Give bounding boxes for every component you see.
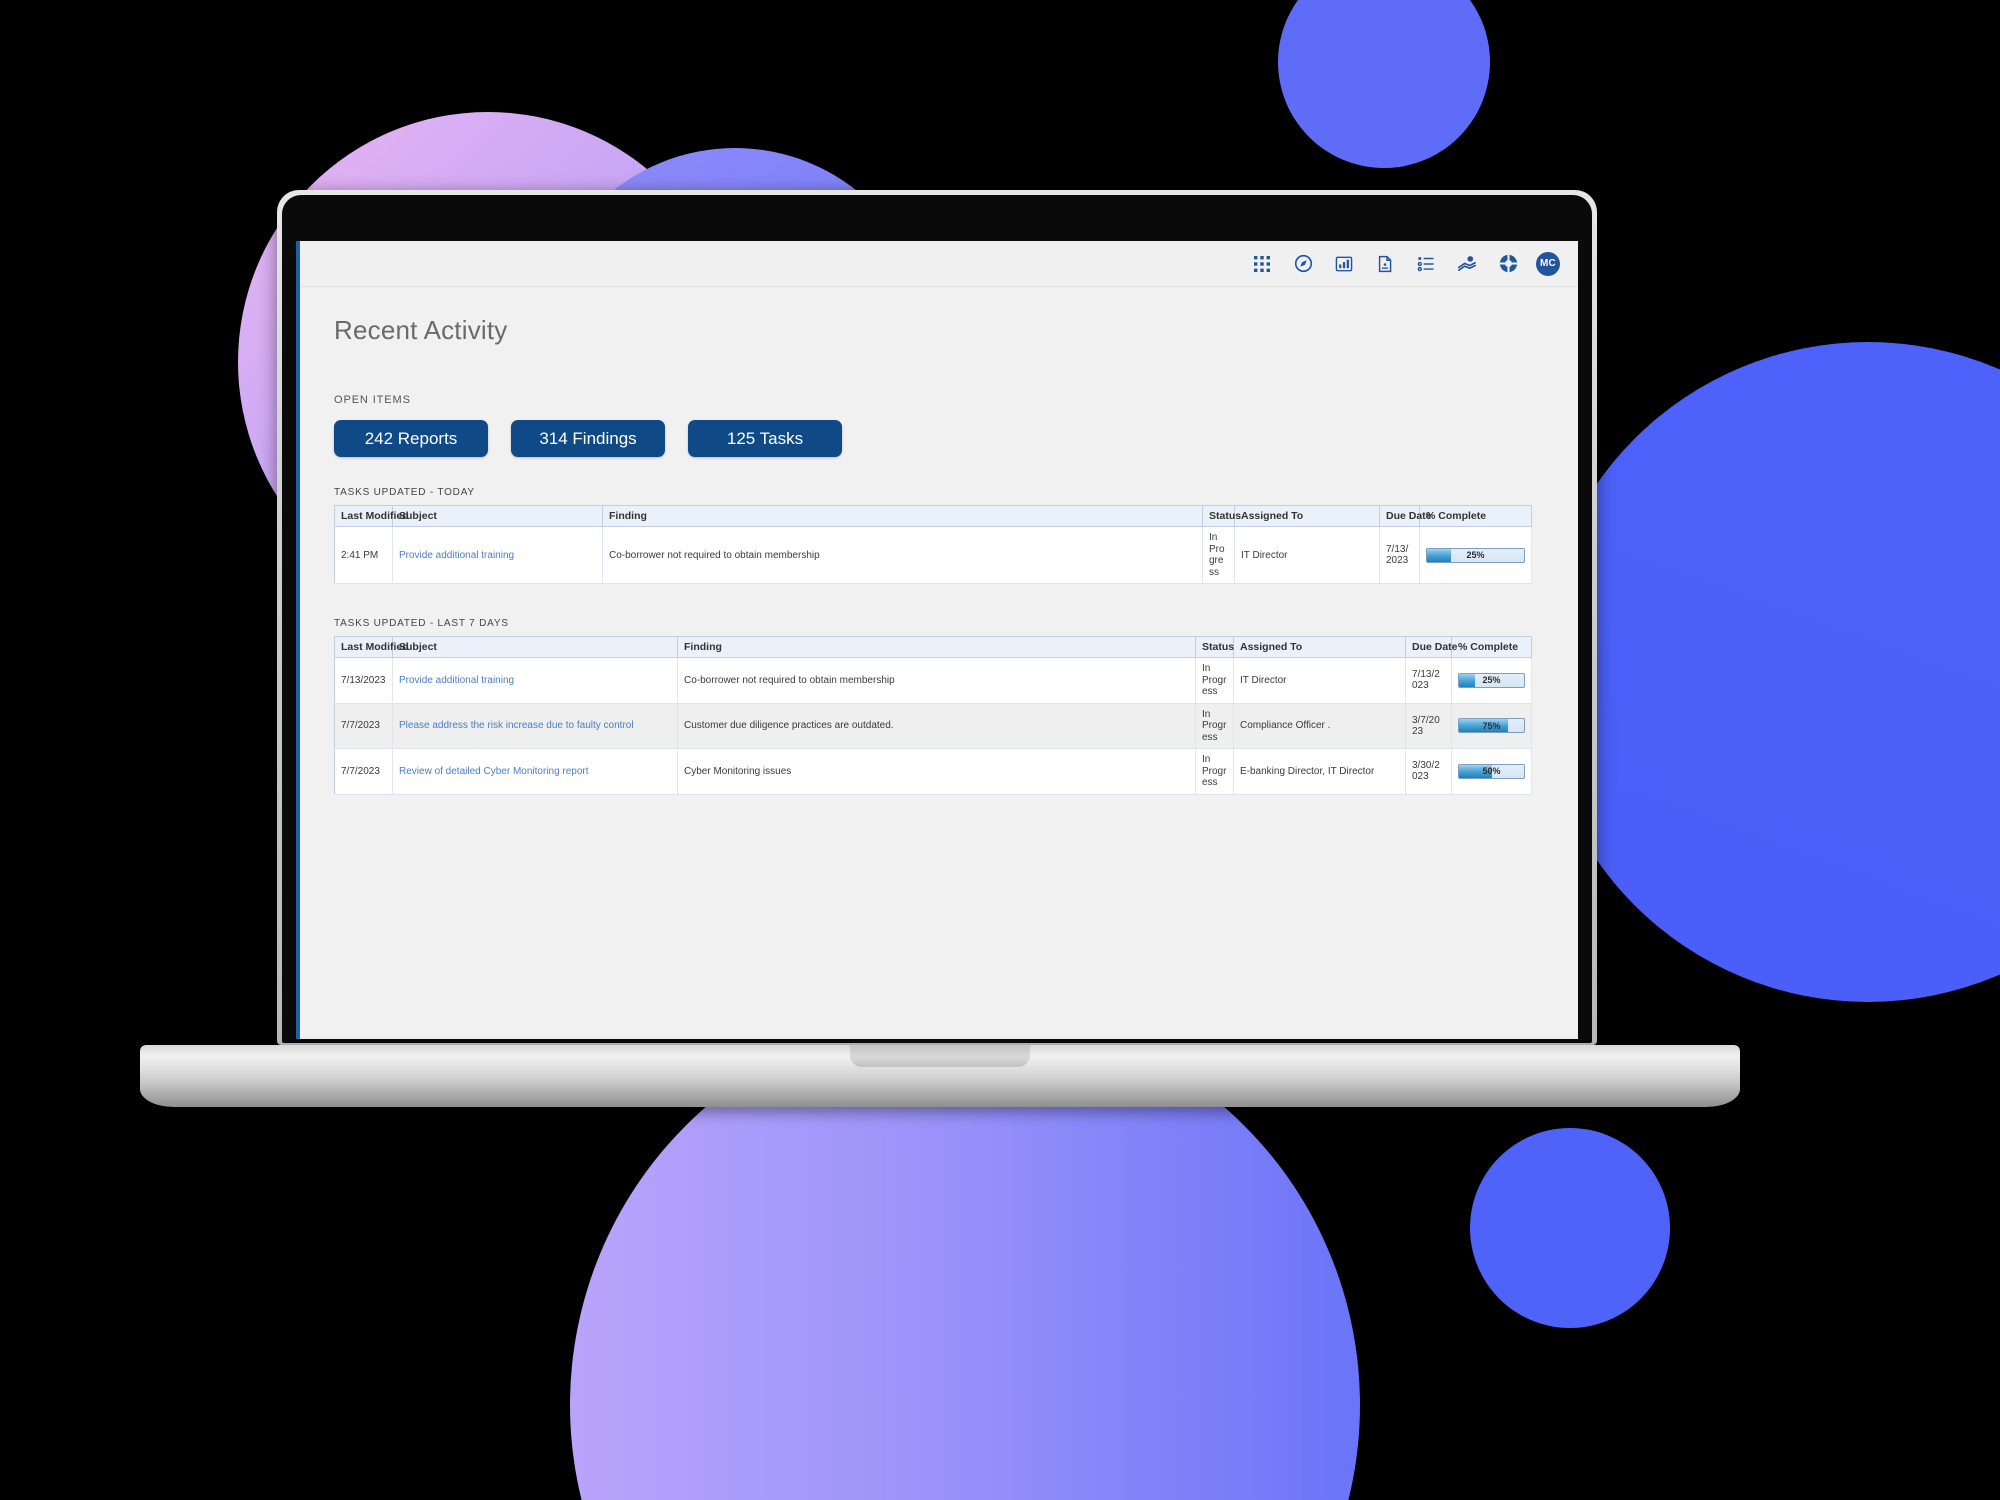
cell-finding: Customer due diligence practices are out… <box>677 703 1196 749</box>
column-header[interactable]: % Complete <box>1419 505 1532 527</box>
handshake-money-icon[interactable] <box>1454 251 1480 277</box>
subject-link[interactable]: Provide additional training <box>399 550 514 561</box>
cell-status: In Progress <box>1195 703 1234 749</box>
cell-percent-complete: 75% <box>1451 703 1532 749</box>
page-title: Recent Activity <box>334 315 508 345</box>
cell-due-date: 7/13/2023 <box>1405 657 1452 704</box>
table-row[interactable]: 2:41 PM Provide additional training Co-bor… <box>334 526 1532 584</box>
tasks-table: Last Modified Subject Finding Status Assigne… <box>334 636 1532 795</box>
laptop-screen: MC Recent Activity OPEN ITEMS 242 Report… <box>296 241 1578 1039</box>
column-header[interactable]: % Complete <box>1451 636 1532 658</box>
progress-bar-label: 50% <box>1482 766 1501 777</box>
table-label: TASKS UPDATED - LAST 7 DAYS <box>334 618 509 629</box>
cell-subject[interactable]: Provide additional training <box>392 526 603 584</box>
cell-assigned-to: Compliance Officer . <box>1233 703 1406 749</box>
cell-last-modified: 7/13/2023 <box>334 657 393 704</box>
subject-link[interactable]: Please address the risk increase due to … <box>399 720 634 731</box>
table-row[interactable]: 7/7/2023 Review of detailed Cyber Monitor… <box>334 748 1532 795</box>
checklist-icon[interactable] <box>1413 251 1439 277</box>
page-content: Recent Activity OPEN ITEMS 242 Reports 31… <box>300 287 1578 795</box>
progress-bar: 25% <box>1426 547 1525 563</box>
column-header[interactable]: Due Date <box>1379 505 1432 527</box>
tables-container: TASKS UPDATED - TODAY Last Modified Subjec… <box>334 487 1544 795</box>
cell-percent-complete: 25% <box>1419 526 1532 584</box>
cell-due-date: 3/7/2023 <box>1405 703 1452 749</box>
subject-link[interactable]: Provide additional training <box>399 675 514 686</box>
table-row[interactable]: 7/7/2023 Please address the risk increase… <box>334 703 1532 749</box>
cell-assigned-to: E-banking Director, IT Director <box>1233 748 1406 795</box>
app-toolbar: MC <box>300 241 1578 287</box>
table-row[interactable]: 7/13/2023 Provide additional training Co-b… <box>334 657 1532 704</box>
column-header[interactable]: Status <box>1202 505 1241 527</box>
cell-due-date: 7/13/2023 <box>1379 526 1420 584</box>
lifebuoy-help-icon[interactable] <box>1495 251 1521 277</box>
tasks-button[interactable]: 125 Tasks <box>688 420 842 457</box>
tasks-table: Last Modified Subject Finding Status Assigne… <box>334 505 1532 584</box>
findings-button[interactable]: 314 Findings <box>511 420 665 457</box>
progress-bar-label: 25% <box>1482 675 1501 686</box>
bar-chart-icon[interactable] <box>1331 251 1357 277</box>
scene: MC Recent Activity OPEN ITEMS 242 Report… <box>0 0 2000 1500</box>
cell-status: In Progress <box>1195 748 1234 795</box>
cell-finding: Co-borrower not required to obtain membe… <box>677 657 1196 704</box>
progress-bar-label: 75% <box>1482 720 1501 731</box>
progress-bar: 25% <box>1458 672 1525 688</box>
column-header[interactable]: Last Modified <box>334 636 409 658</box>
document-icon[interactable] <box>1372 251 1398 277</box>
avatar[interactable]: MC <box>1536 251 1560 276</box>
cell-due-date: 3/30/2023 <box>1405 748 1452 795</box>
laptop-notch <box>850 1045 1030 1067</box>
column-header[interactable]: Last Modified <box>334 505 409 527</box>
column-header[interactable]: Assigned To <box>1234 505 1380 527</box>
column-header[interactable]: Assigned To <box>1233 636 1406 658</box>
progress-bar: 50% <box>1458 763 1525 779</box>
open-items-label: OPEN ITEMS <box>334 394 411 406</box>
cell-last-modified: 7/7/2023 <box>334 703 393 749</box>
cell-status: In Progress <box>1202 526 1235 584</box>
column-header[interactable]: Due Date <box>1405 636 1458 658</box>
column-header[interactable]: Status <box>1195 636 1234 658</box>
cell-last-modified: 7/7/2023 <box>334 748 393 795</box>
reports-button[interactable]: 242 Reports <box>334 420 488 457</box>
progress-bar-label: 25% <box>1466 550 1485 560</box>
table-label: TASKS UPDATED - TODAY <box>334 487 475 498</box>
cell-subject[interactable]: Please address the risk increase due to … <box>392 703 678 749</box>
cell-subject[interactable]: Review of detailed Cyber Monitoring repo… <box>392 748 678 795</box>
decorative-circle-top-right <box>1278 0 1490 168</box>
column-header[interactable]: Finding <box>677 636 1196 658</box>
table-header-row: Last Modified Subject Finding Status Assigne… <box>334 636 1532 658</box>
column-header[interactable]: Subject <box>392 636 678 658</box>
column-header[interactable]: Subject <box>392 505 603 527</box>
progress-bar: 75% <box>1458 718 1525 734</box>
open-items-row: 242 Reports 314 Findings 125 Tasks <box>334 420 1544 457</box>
cell-percent-complete: 25% <box>1451 657 1532 704</box>
apps-grid-icon[interactable] <box>1249 251 1275 277</box>
cell-subject[interactable]: Provide additional training <box>392 657 678 704</box>
cell-status: In Progress <box>1195 657 1234 704</box>
cell-finding: Co-borrower not required to obtain membe… <box>602 526 1203 584</box>
cell-percent-complete: 50% <box>1451 748 1532 795</box>
subject-link[interactable]: Review of detailed Cyber Monitoring repo… <box>399 766 589 777</box>
cell-assigned-to: IT Director <box>1233 657 1406 704</box>
compass-dashboard-icon[interactable] <box>1290 251 1316 277</box>
decorative-circle-bottom-small <box>1470 1128 1670 1328</box>
cell-assigned-to: IT Director <box>1234 526 1380 584</box>
laptop-mockup: MC Recent Activity OPEN ITEMS 242 Report… <box>140 190 1740 1110</box>
table-header-row: Last Modified Subject Finding Status Assigne… <box>334 505 1532 527</box>
cell-last-modified: 2:41 PM <box>334 526 393 584</box>
cell-finding: Cyber Monitoring issues <box>677 748 1196 795</box>
column-header[interactable]: Finding <box>602 505 1203 527</box>
